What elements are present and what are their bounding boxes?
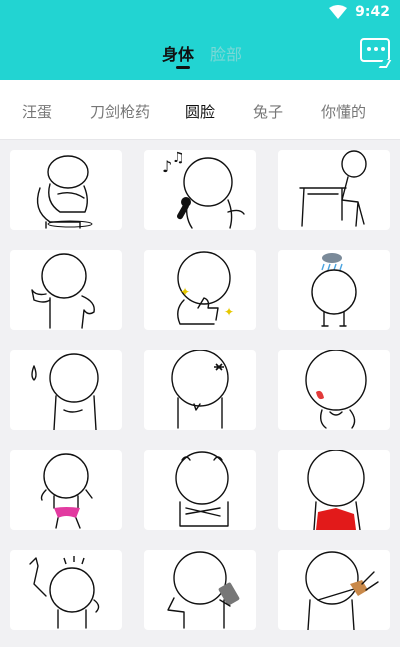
svg-text:✦: ✦ xyxy=(180,285,190,299)
category-tab-rabbit[interactable]: 兔子 xyxy=(253,101,283,122)
sticker-arms-crossed-back[interactable] xyxy=(144,450,256,530)
category-tab-bar: 汪蛋 刀剑枪药 圆脸 兔子 你懂的 xyxy=(0,80,400,140)
sticker-sweat-drop[interactable] xyxy=(10,350,122,430)
app-header: 9:42 身体 脸部 xyxy=(0,0,400,80)
tab-body[interactable]: 身体 xyxy=(162,41,194,65)
category-tab-wangdan[interactable]: 汪蛋 xyxy=(22,101,52,122)
sticker-rain-cloud-sad[interactable] xyxy=(278,250,390,330)
sticker-sitting-at-desk[interactable] xyxy=(278,150,390,230)
sticker-angry-mark[interactable] xyxy=(144,350,256,430)
tab-face[interactable]: 脸部 xyxy=(210,41,242,65)
sticker-slingshot[interactable] xyxy=(278,550,390,630)
sticker-red-cape-back[interactable] xyxy=(278,450,390,530)
main-tab-bar: 身体 脸部 xyxy=(0,38,400,70)
svg-text:♫: ♫ xyxy=(172,150,185,166)
svg-text:✦: ✦ xyxy=(224,305,234,319)
status-time: 9:42 xyxy=(355,4,390,20)
sticker-sitting-on-chair-hugging-knees[interactable] xyxy=(10,150,122,230)
sticker-holding-phone[interactable] xyxy=(144,550,256,630)
svg-text:♪: ♪ xyxy=(162,157,172,176)
category-tab-weapons[interactable]: 刀剑枪药 xyxy=(90,101,150,122)
sticker-pointing-up-wave[interactable] xyxy=(10,550,122,630)
sticker-thumbs-up-sparkles[interactable]: ✦ ✦ xyxy=(144,250,256,330)
status-bar: 9:42 xyxy=(0,0,400,24)
sticker-blushing-shy[interactable] xyxy=(278,350,390,430)
sticker-grid: ♪ ♫ ✦ ✦ xyxy=(10,150,390,647)
sticker-singing-with-microphone[interactable]: ♪ ♫ xyxy=(144,150,256,230)
wifi-icon xyxy=(329,5,348,19)
category-tab-round-face[interactable]: 圆脸 xyxy=(185,101,215,122)
category-tab-you-know[interactable]: 你懂的 xyxy=(321,101,366,122)
active-tab-indicator xyxy=(176,66,190,69)
chat-bubble-icon[interactable] xyxy=(360,38,392,68)
sticker-pink-underwear-dance[interactable] xyxy=(10,450,122,530)
sticker-hands-on-hip-pointing[interactable] xyxy=(10,250,122,330)
